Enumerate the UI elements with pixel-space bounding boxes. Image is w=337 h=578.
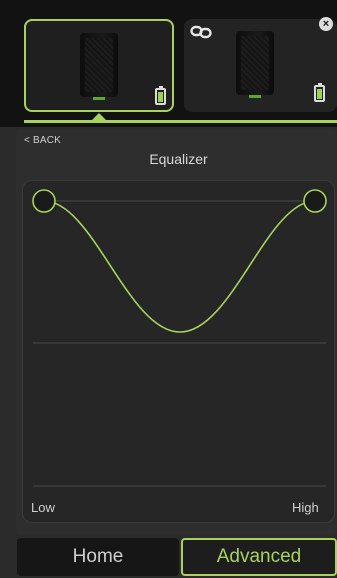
eq-curve: [43, 200, 316, 333]
link-icon[interactable]: [190, 25, 212, 39]
back-button[interactable]: < BACK: [24, 135, 61, 146]
device-card-primary[interactable]: [24, 19, 174, 112]
tab-home[interactable]: Home: [17, 538, 179, 576]
eq-curve-area[interactable]: [22, 180, 335, 523]
speaker-image: [80, 33, 118, 100]
page-title: Equalizer: [149, 151, 208, 167]
app-root: × < BACK Equalizer Low High Home Advance…: [0, 0, 337, 578]
eq-low-label: Low: [31, 500, 55, 515]
eq-curve-graph[interactable]: [23, 181, 335, 523]
battery-icon: [314, 83, 325, 102]
device-strip: ×: [0, 0, 337, 127]
eq-handle-high: [303, 189, 327, 213]
eq-high-label: High: [292, 500, 319, 515]
eq-handle-low: [32, 189, 56, 213]
device-card-secondary[interactable]: ×: [184, 17, 337, 112]
battery-icon: [155, 86, 166, 105]
selected-indicator-bar: [24, 120, 337, 123]
tab-advanced[interactable]: Advanced: [181, 538, 337, 576]
close-icon[interactable]: ×: [319, 17, 333, 31]
speaker-image: [236, 31, 274, 98]
